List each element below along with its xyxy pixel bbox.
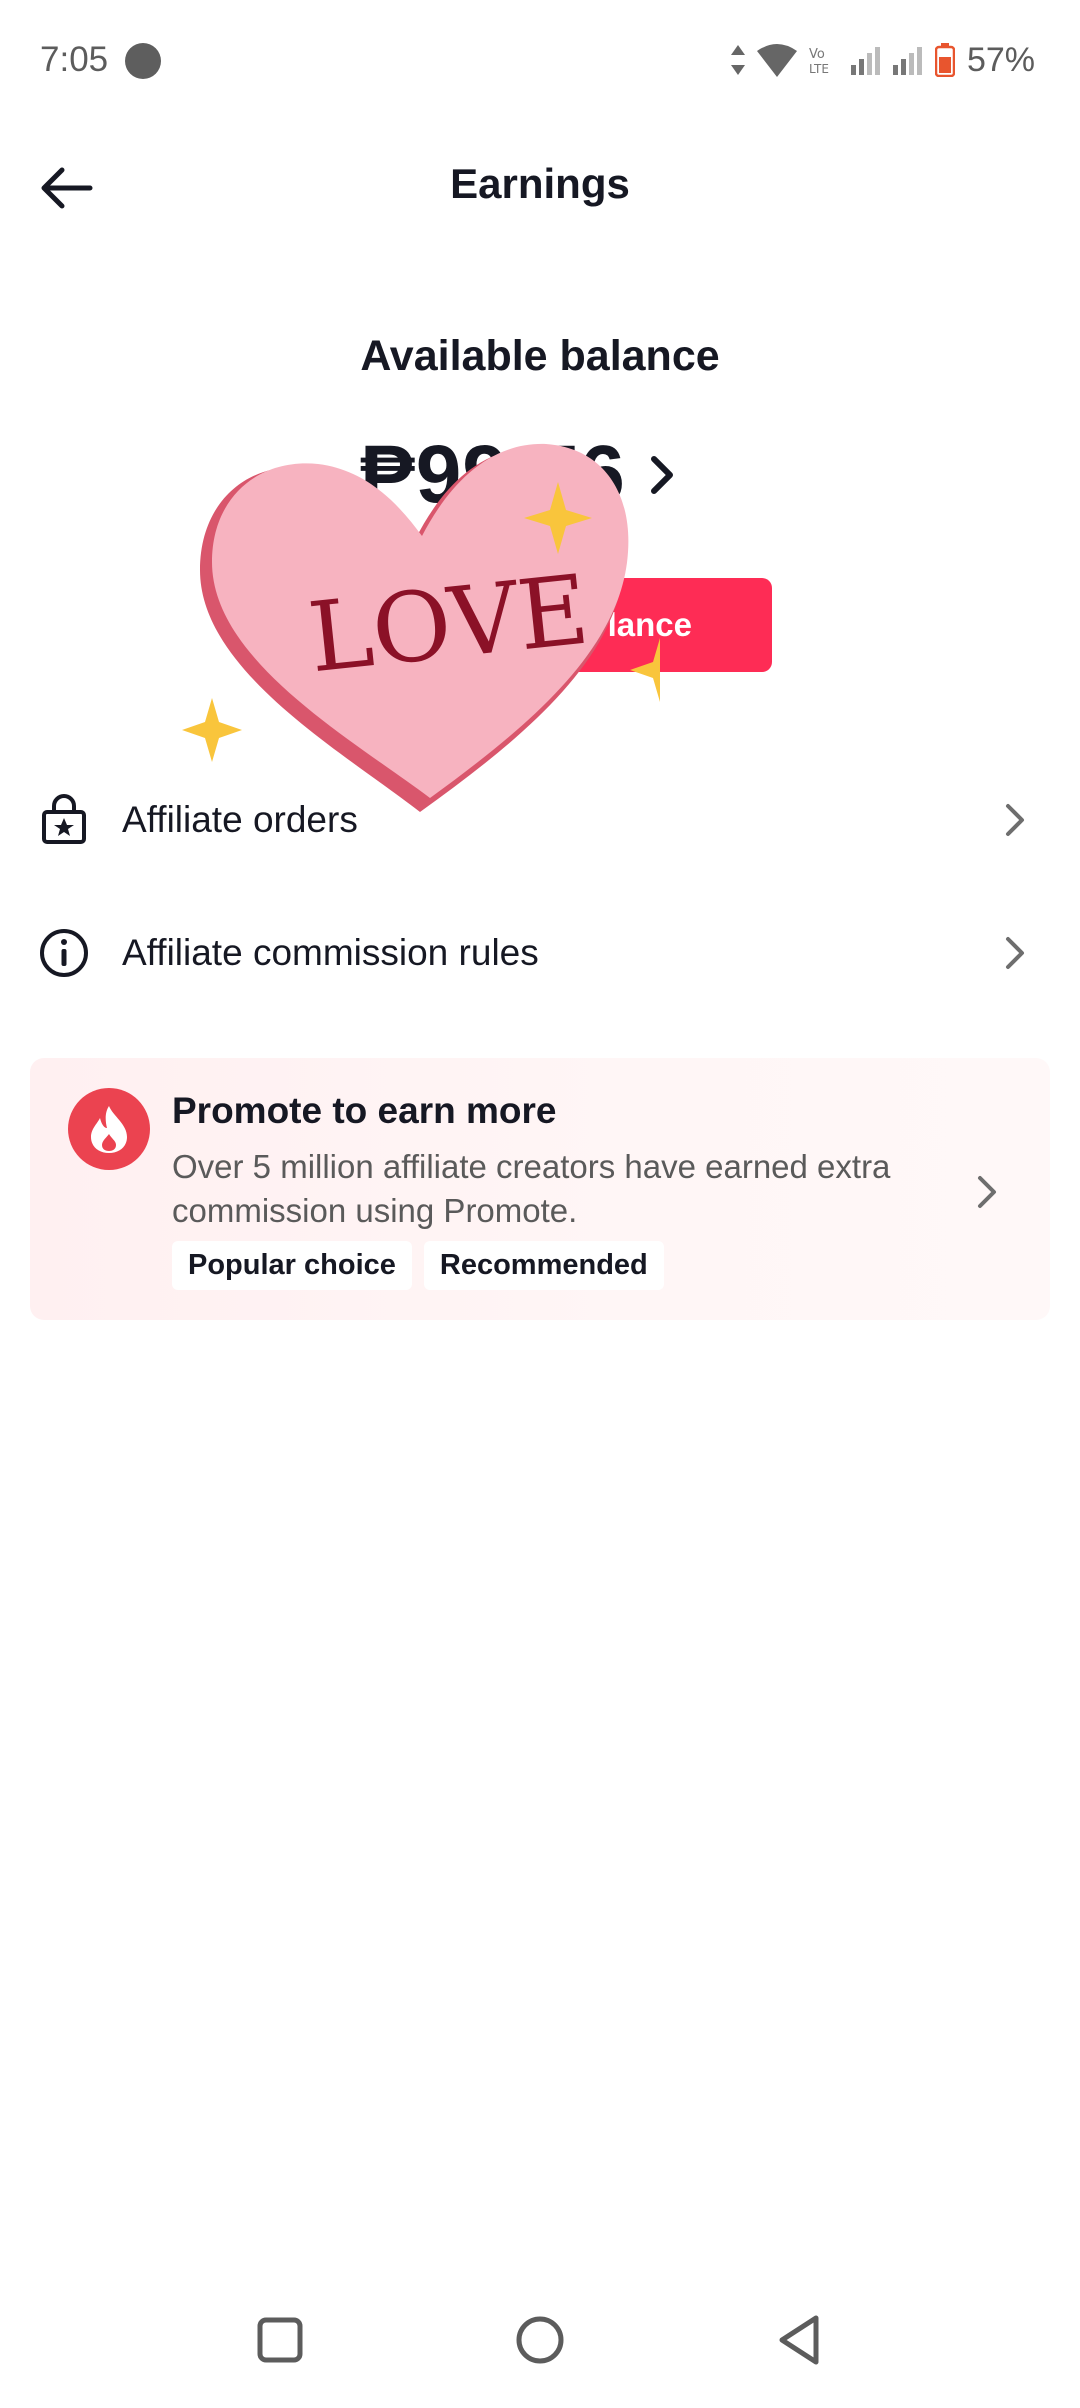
fire-icon	[91, 1106, 127, 1153]
status-bar: 7:05 Vo LTE 57%	[0, 0, 1080, 125]
page-title: Earnings	[450, 160, 630, 207]
sparkle-icon	[630, 638, 660, 702]
promote-icon-container	[68, 1088, 150, 1170]
promote-description: Over 5 million affiliate creators have e…	[172, 1148, 891, 1229]
status-time: 7:05	[40, 40, 109, 79]
menu-item-label: Affiliate orders	[122, 799, 358, 840]
battery-icon	[934, 43, 955, 77]
chevron-right-icon	[1006, 804, 1024, 836]
wifi-icon	[756, 44, 797, 77]
svg-text:Vo: Vo	[809, 47, 825, 62]
info-circle-icon	[40, 929, 88, 977]
promote-card[interactable]: Promote to earn more Over 5 million affi…	[30, 1058, 1050, 1320]
balance-label: Available balance	[360, 332, 720, 380]
home-button[interactable]	[510, 2310, 570, 2370]
circle-icon	[516, 2316, 564, 2364]
app-notification-icon	[125, 43, 161, 79]
chevron-right-icon	[978, 1176, 996, 1208]
system-nav-bar	[0, 2290, 1080, 2408]
promote-tags: Popular choice Recommended	[172, 1241, 664, 1290]
tag-popular-choice: Popular choice	[172, 1241, 412, 1290]
recent-apps-button[interactable]	[250, 2310, 310, 2370]
tag-recommended: Recommended	[423, 1241, 664, 1290]
volte-icon: Vo LTE	[809, 47, 829, 75]
menu-item-affiliate-orders[interactable]: Affiliate orders	[0, 770, 1080, 870]
battery-percentage: 57%	[966, 40, 1035, 79]
system-back-button[interactable]	[770, 2310, 830, 2370]
menu-item-commission-rules[interactable]: Affiliate commission rules	[0, 903, 1080, 1003]
love-heart-sticker: LOVE	[182, 443, 660, 812]
sparkle-icon	[182, 698, 242, 762]
signal-icon-1	[850, 47, 880, 75]
data-arrows-icon	[730, 45, 745, 75]
promote-title: Promote to earn more	[172, 1090, 557, 1131]
svg-text:LTE: LTE	[809, 62, 829, 75]
menu-item-label: Affiliate commission rules	[122, 932, 539, 973]
triangle-back-icon	[779, 2315, 819, 2365]
signal-icon-2	[892, 47, 922, 75]
shopping-bag-star-icon	[42, 794, 86, 844]
square-icon	[257, 2317, 303, 2363]
status-icons: Vo LTE 57%	[730, 38, 1035, 82]
chevron-right-icon	[1006, 937, 1024, 969]
